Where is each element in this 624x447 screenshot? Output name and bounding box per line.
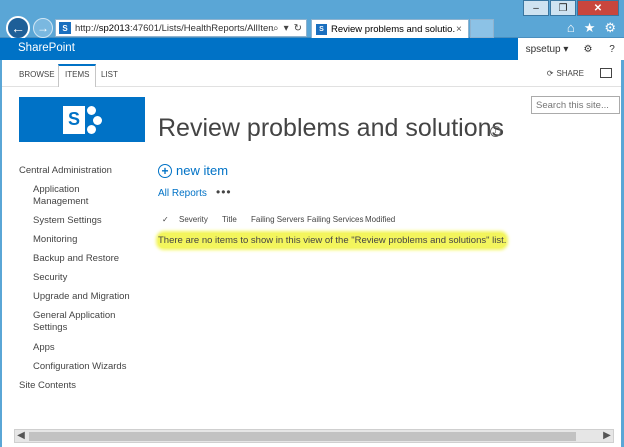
site-logo[interactable]: S <box>19 97 145 142</box>
close-window-button[interactable]: ✕ <box>577 0 619 16</box>
nav-item-central-administration[interactable]: Central Administration <box>19 165 112 177</box>
search-icon[interactable]: ⌕ <box>273 23 279 34</box>
window-frame-left <box>0 60 2 447</box>
tab-title: Review problems and solutio... <box>331 23 456 35</box>
nav-item-backup-and-restore[interactable]: Backup and Restore <box>33 253 119 265</box>
ribbon: BROWSE ITEMS LIST ⟳ SHARE <box>0 60 624 87</box>
address-actions: ⌕ ▾ ↻ <box>273 23 306 34</box>
new-item-label: new item <box>176 163 229 178</box>
new-tab-button[interactable] <box>470 19 494 38</box>
url-prefix: http:// <box>75 22 99 34</box>
column-failing-servers[interactable]: Failing Servers <box>251 215 307 224</box>
browser-chrome: – ❐ ✕ ← → S http://sp2013:47601/Lists/He… <box>0 0 624 40</box>
nav-item-upgrade-and-migration[interactable]: Upgrade and Migration <box>33 291 130 303</box>
tab-items[interactable]: ITEMS <box>58 64 97 87</box>
share-icon: ⟳ <box>546 69 554 78</box>
maximize-button[interactable]: ❐ <box>550 0 576 16</box>
tab-list[interactable]: LIST <box>95 66 124 83</box>
new-item-button[interactable]: + new item <box>158 163 228 178</box>
view-all-reports[interactable]: All Reports <box>158 188 207 199</box>
column-modified[interactable]: Modified <box>365 215 395 224</box>
column-failing-services[interactable]: Failing Services <box>307 215 365 224</box>
share-label: SHARE <box>556 69 584 78</box>
settings-gear-icon[interactable]: ⚙ <box>576 38 600 60</box>
dropdown-icon[interactable]: ▾ <box>284 23 289 34</box>
browser-tab[interactable]: S Review problems and solutio... × <box>311 19 469 38</box>
empty-list-message: There are no items to show in this view … <box>158 231 532 249</box>
more-views-icon[interactable]: ••• <box>216 185 232 199</box>
empty-message-text: There are no items to show in this view … <box>158 232 507 248</box>
tools-icon[interactable]: ⚙ <box>604 20 616 36</box>
brand-label[interactable]: SharePoint <box>18 42 75 54</box>
user-menu[interactable]: spsetup ▾ <box>518 38 576 60</box>
back-button[interactable]: ← <box>6 16 30 40</box>
suite-bar: SharePoint spsetup ▾ ⚙ ? <box>0 38 624 60</box>
plus-circle-icon: + <box>158 163 172 178</box>
suite-right: spsetup ▾ ⚙ ? <box>518 38 624 60</box>
nav-item-configuration-wizards[interactable]: Configuration Wizards <box>33 361 126 373</box>
horizontal-scrollbar[interactable]: ◀ ▶ <box>14 429 614 443</box>
forward-button[interactable]: → <box>33 18 53 38</box>
sharepoint-logo-icon: S <box>63 105 102 134</box>
help-icon[interactable]: ? <box>600 38 624 60</box>
logo-s: S <box>63 105 85 134</box>
scroll-left-icon[interactable]: ◀ <box>15 430 27 442</box>
share-button[interactable]: ⟳ SHARE <box>547 69 584 78</box>
window-controls: – ❐ ✕ <box>522 0 619 16</box>
scrollbar-thumb[interactable] <box>29 432 576 441</box>
info-icon[interactable]: i <box>490 126 501 137</box>
url-text[interactable]: http://sp2013:47601/Lists/HealthReports/… <box>75 23 273 34</box>
nav-item-site-contents[interactable]: Site Contents <box>19 380 76 392</box>
address-bar[interactable]: S http://sp2013:47601/Lists/HealthReport… <box>55 19 307 37</box>
url-path: :47601/Lists/HealthReports/AllItems.aspx <box>129 22 273 34</box>
nav-item-security[interactable]: Security <box>33 272 67 284</box>
url-host: sp2013 <box>98 22 130 34</box>
column-severity[interactable]: Severity <box>179 215 222 224</box>
nav-item-monitoring[interactable]: Monitoring <box>33 234 77 246</box>
minimize-button[interactable]: – <box>523 0 549 16</box>
favorites-icon[interactable]: ★ <box>584 20 596 36</box>
focus-on-content-icon[interactable] <box>600 68 612 78</box>
logo-dot <box>87 105 96 115</box>
page-title: Review problems and solutions <box>158 114 505 142</box>
nav-item-system-settings[interactable]: System Settings <box>33 215 102 227</box>
sharepoint-favicon-icon: S <box>316 23 327 35</box>
arrow-right-icon: → <box>37 21 49 35</box>
scroll-right-icon[interactable]: ▶ <box>601 430 613 442</box>
arrow-left-icon: ← <box>11 20 25 36</box>
nav-item-general-application-settings[interactable]: General Application Settings <box>33 310 133 334</box>
logo-dot <box>93 115 102 125</box>
tab-close-icon[interactable]: × <box>456 24 468 35</box>
search-input[interactable] <box>531 96 620 114</box>
select-all-checkmark-icon[interactable]: ✓ <box>162 215 179 224</box>
logo-dot <box>87 124 96 134</box>
sharepoint-favicon-icon: S <box>59 22 71 34</box>
list-column-headers: ✓ Severity Title Failing Servers Failing… <box>162 215 395 224</box>
nav-item-application-management[interactable]: Application Management <box>33 184 133 208</box>
column-title[interactable]: Title <box>222 215 251 224</box>
refresh-icon[interactable]: ↻ <box>294 23 302 34</box>
home-icon[interactable]: ⌂ <box>567 20 575 36</box>
browser-toolbar-icons: ⌂ ★ ⚙ <box>567 20 616 36</box>
tab-browse[interactable]: BROWSE <box>13 66 61 83</box>
nav-item-apps[interactable]: Apps <box>33 342 55 354</box>
